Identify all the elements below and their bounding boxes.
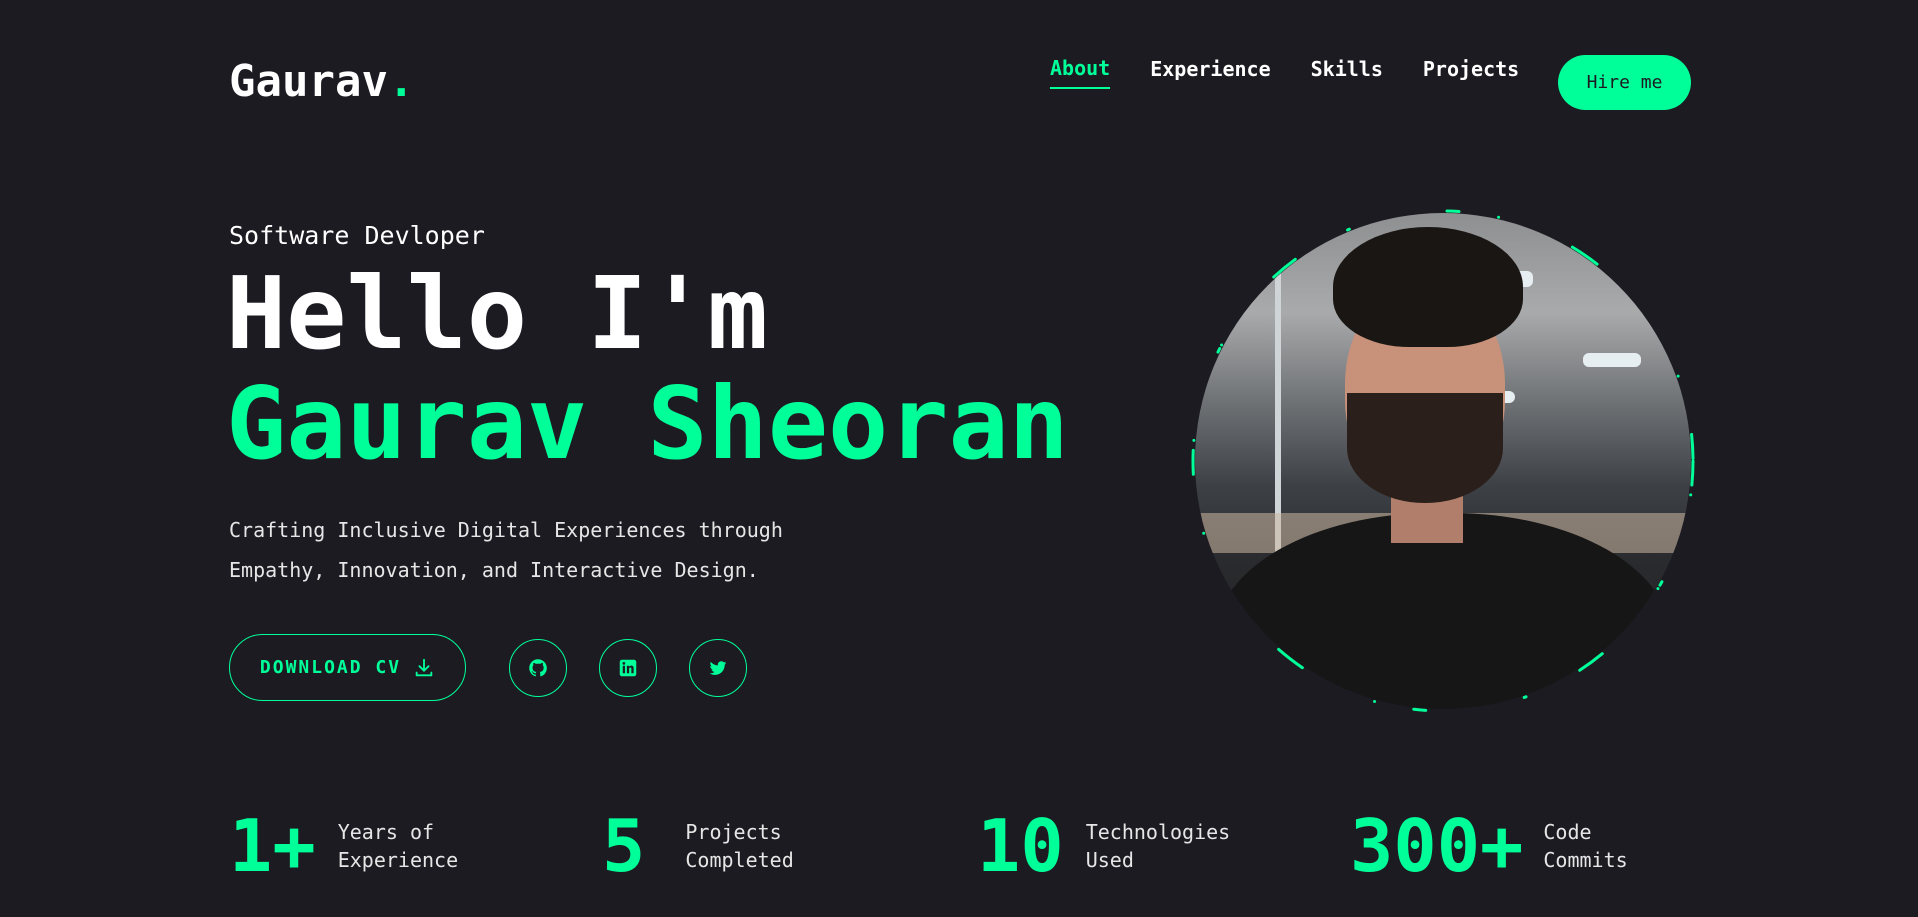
download-cv-button[interactable]: DOWNLOAD CV xyxy=(229,634,466,701)
brand-dot: . xyxy=(387,56,415,107)
linkedin-button[interactable] xyxy=(599,639,657,697)
twitter-icon xyxy=(709,661,727,675)
hero-role: Software Devloper xyxy=(229,221,485,250)
hero-tagline: Crafting Inclusive Digital Experiences t… xyxy=(229,518,783,582)
hero-name: Gaurav Sheoran xyxy=(226,365,1069,482)
brand-name: Gaurav xyxy=(229,56,388,107)
stat-value: 10 xyxy=(977,804,1064,888)
stat-technologies: 10 Technologies Used xyxy=(977,808,1236,884)
brand-logo[interactable]: Gaurav. xyxy=(229,56,414,108)
download-icon xyxy=(415,658,433,676)
stat-value: 1+ xyxy=(229,804,316,888)
twitter-button[interactable] xyxy=(689,639,747,697)
main-nav: About Experience Skills Projects xyxy=(1050,55,1559,89)
stat-value: 300+ xyxy=(1350,804,1524,888)
nav-item-about[interactable]: About xyxy=(1050,55,1111,89)
photo-ring-decoration xyxy=(1191,209,1695,713)
nav-item-skills[interactable]: Skills xyxy=(1311,56,1383,88)
stat-label: Technologies Used xyxy=(1085,820,1231,872)
profile-photo-wrapper xyxy=(1190,208,1696,714)
hire-me-button[interactable]: Hire me xyxy=(1558,55,1691,110)
stat-label: Years of Experience xyxy=(337,820,459,872)
stat-value: 5 xyxy=(602,804,646,888)
portfolio-page: Gaurav. About Experience Skills Projects… xyxy=(0,0,1918,917)
download-cv-label: DOWNLOAD CV xyxy=(259,657,402,678)
stat-label: Projects Completed xyxy=(685,820,794,872)
nav-item-experience[interactable]: Experience xyxy=(1150,56,1270,88)
linkedin-icon xyxy=(619,659,637,677)
stat-experience: 1+ Years of Experience xyxy=(229,808,468,884)
stat-projects: 5 Projects Completed xyxy=(602,808,805,884)
stat-commits: 300+ Code Commits xyxy=(1350,808,1633,884)
nav-item-projects[interactable]: Projects xyxy=(1423,56,1519,88)
hero-greeting: Hello I'm xyxy=(226,255,768,372)
stat-label: Code Commits xyxy=(1543,820,1628,872)
github-button[interactable] xyxy=(509,639,567,697)
github-icon xyxy=(529,659,547,677)
